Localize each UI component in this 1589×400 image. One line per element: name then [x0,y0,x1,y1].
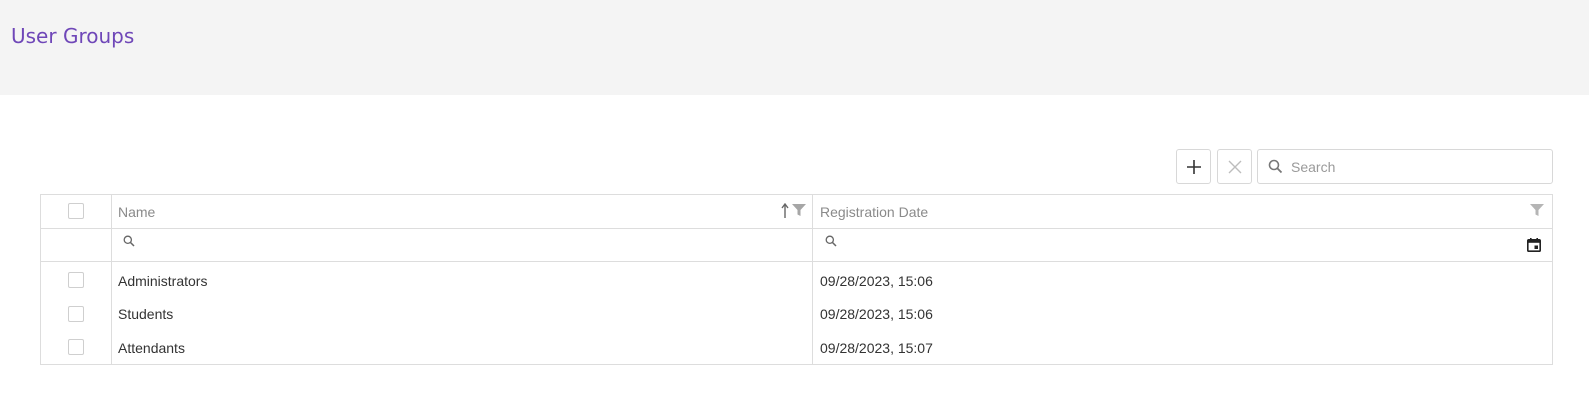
delete-button[interactable] [1217,149,1252,184]
row-checkbox[interactable] [68,306,84,322]
search-icon [1268,159,1283,174]
search-icon [123,235,135,247]
row-divider [41,261,1552,262]
filter-icon[interactable] [792,204,806,217]
row-checkbox[interactable] [68,339,84,355]
registration-date-cell[interactable]: 09/28/2023, 15:07 [820,340,933,356]
column-header-registration-date[interactable]: Registration Date [820,204,928,220]
search-input[interactable] [1291,151,1546,182]
row-divider [41,228,1552,229]
calendar-icon[interactable] [1527,238,1541,252]
search-box[interactable] [1257,149,1553,184]
sort-ascending-icon[interactable] [781,203,789,219]
add-button[interactable] [1176,149,1211,184]
page-header: User Groups [0,0,1589,95]
plus-icon [1186,159,1201,174]
column-divider [111,195,112,364]
column-divider [812,195,813,364]
group-name-cell[interactable]: Administrators [118,273,207,289]
name-filter-input[interactable] [139,232,799,256]
search-icon [825,235,837,247]
filter-icon[interactable] [1530,204,1544,217]
column-header-name[interactable]: Name [118,204,155,220]
close-icon [1228,160,1241,173]
group-name-cell[interactable]: Students [118,306,173,322]
page-title: User Groups [11,24,135,48]
date-filter-input[interactable] [841,232,1521,256]
user-groups-table: Name Registration Date Administrators 09… [40,194,1553,365]
group-name-cell[interactable]: Attendants [118,340,185,356]
registration-date-cell[interactable]: 09/28/2023, 15:06 [820,306,933,322]
registration-date-cell[interactable]: 09/28/2023, 15:06 [820,273,933,289]
select-all-checkbox[interactable] [68,203,84,219]
row-checkbox[interactable] [68,272,84,288]
